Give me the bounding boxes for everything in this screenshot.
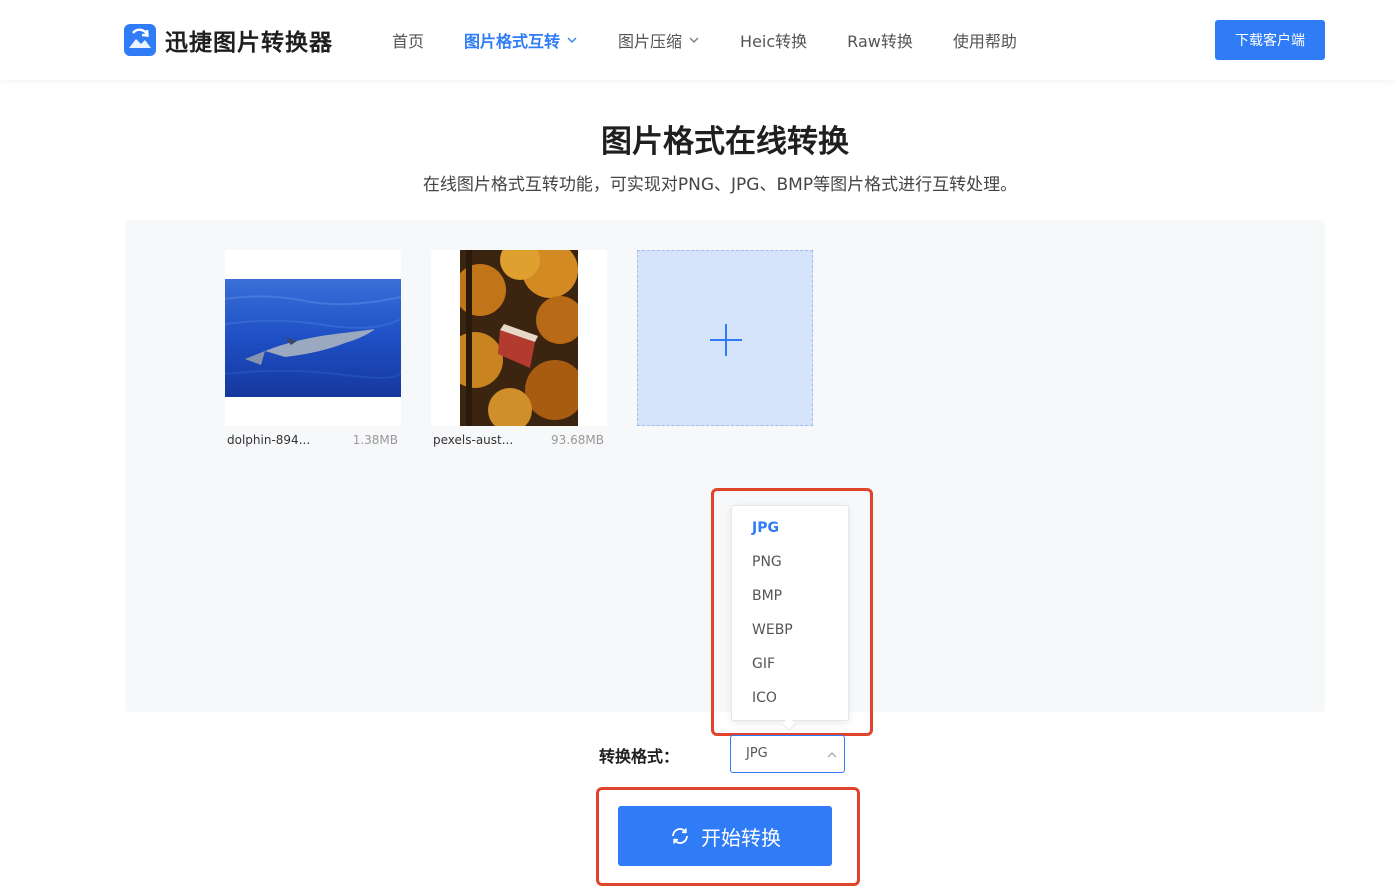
format-select-value: JPG [746, 746, 768, 761]
download-client-button[interactable]: 下载客户端 [1215, 20, 1325, 60]
chevron-down-icon [567, 37, 577, 43]
format-label: 转换格式： [599, 747, 680, 766]
file-name: dolphin-894... [227, 433, 311, 447]
nav-help[interactable]: 使用帮助 [953, 28, 1017, 52]
nav-home[interactable]: 首页 [392, 28, 424, 52]
file-thumbnail[interactable] [431, 250, 607, 426]
nav-raw[interactable]: Raw转换 [847, 28, 913, 52]
logo-text: 迅捷图片转换器 [165, 30, 333, 56]
add-file-button[interactable] [637, 250, 813, 426]
main-nav: 首页 图片格式互转 图片压缩 Heic转换 Raw转换 使用帮助 [392, 28, 1057, 52]
page-subtitle: 在线图片格式互转功能，可实现对PNG、JPG、BMP等图片格式进行互转处理。 [422, 175, 1018, 195]
file-name: pexels-aust... [433, 433, 514, 447]
annotation-highlight-box [711, 488, 873, 736]
page-title: 图片格式在线转换 [601, 124, 849, 160]
nav-compress[interactable]: 图片压缩 [618, 28, 700, 52]
chevron-down-icon [689, 37, 699, 43]
nav-heic[interactable]: Heic转换 [740, 28, 807, 52]
file-thumbnail[interactable] [225, 250, 401, 426]
format-select[interactable]: JPG [730, 735, 845, 773]
nav-format-convert[interactable]: 图片格式互转 [464, 28, 578, 52]
file-size: 93.68MB [551, 433, 604, 447]
logo[interactable]: 迅捷图片转换器 [124, 24, 333, 56]
chevron-up-icon [827, 752, 837, 758]
file-size: 1.38MB [352, 433, 398, 447]
autumn-forest-photo [460, 250, 578, 426]
top-header: 迅捷图片转换器 首页 图片格式互转 图片压缩 Heic转换 Raw转换 使用帮助… [0, 0, 1395, 80]
logo-icon [124, 24, 156, 56]
dolphin-photo [225, 279, 401, 397]
plus-icon [725, 324, 727, 356]
annotation-highlight-box [596, 787, 860, 886]
